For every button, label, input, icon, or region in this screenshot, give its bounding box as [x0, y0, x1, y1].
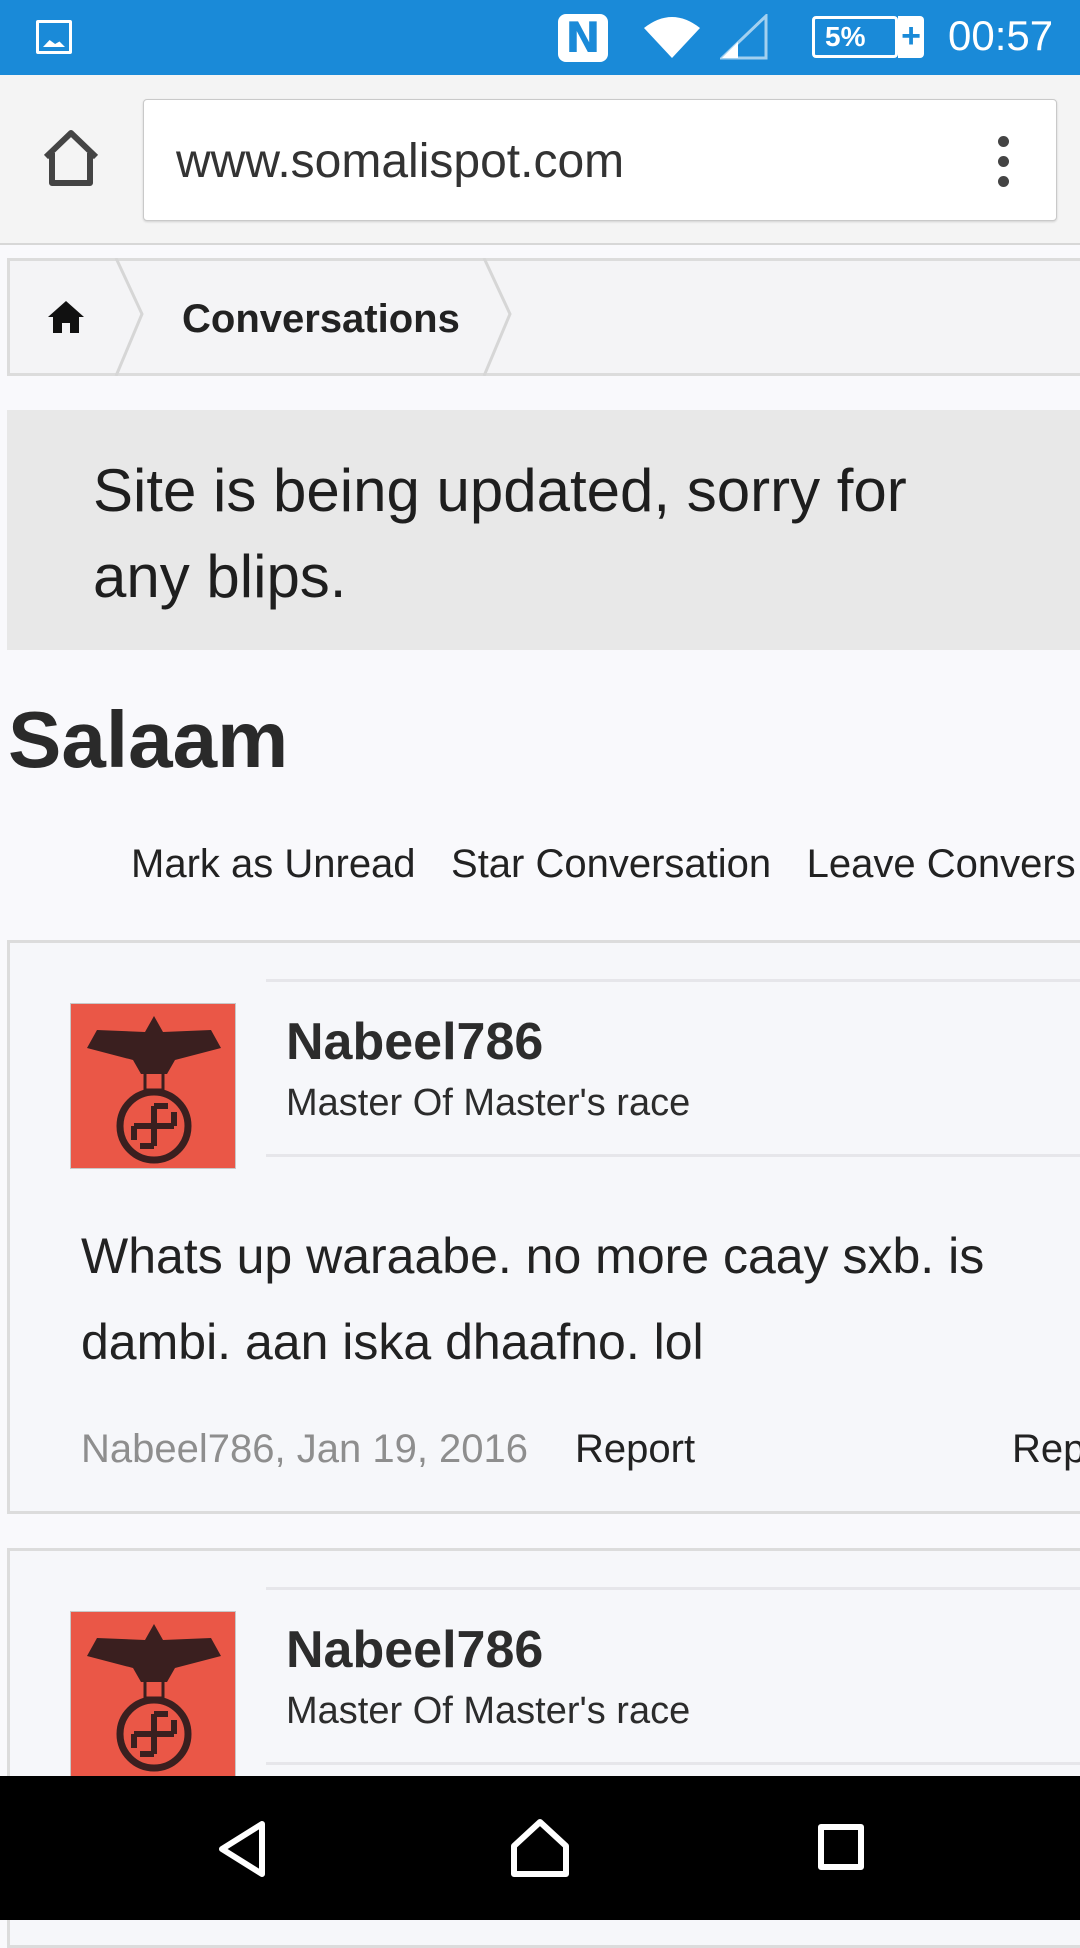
notice-text: Site is being updated, sorry for any bli… [93, 457, 907, 610]
avatar[interactable] [70, 1003, 236, 1169]
back-icon[interactable] [212, 1818, 272, 1880]
breadcrumb-separator [482, 258, 512, 376]
user-title: Master Of Master's race [286, 1690, 691, 1732]
avatar[interactable] [70, 1611, 236, 1777]
message-user-info: Nabeel786 Master Of Master's race [266, 1587, 1080, 1765]
signal-icon [720, 14, 768, 60]
home-icon[interactable] [40, 127, 102, 189]
browser-toolbar: www.somalispot.com [0, 75, 1080, 245]
leave-conversation-link[interactable]: Leave Convers [807, 842, 1076, 886]
charging-icon: + [898, 16, 924, 58]
navigation-bar [0, 1776, 1080, 1920]
site-notice: Site is being updated, sorry for any bli… [7, 410, 1080, 650]
message-author-date[interactable]: Nabeel786, Jan 19, 2016 [81, 1427, 528, 1471]
mark-unread-link[interactable]: Mark as Unread [131, 842, 416, 886]
username[interactable]: Nabeel786 [286, 1012, 543, 1072]
recents-icon[interactable] [818, 1824, 864, 1870]
username[interactable]: Nabeel786 [286, 1620, 543, 1680]
url-bar[interactable]: www.somalispot.com [143, 99, 1057, 221]
avatar-emblem-icon [87, 1624, 221, 1772]
conversation-actions: Mark as Unread Star Conversation Leave C… [131, 842, 1080, 887]
avatar-emblem-icon [87, 1016, 221, 1164]
message-body: Whats up waraabe. no more caay sxb. is d… [81, 1228, 985, 1370]
report-link[interactable]: Report [575, 1427, 695, 1472]
home-icon[interactable] [46, 297, 86, 337]
message: Nabeel786 Master Of Master's race Whats … [7, 940, 1080, 1514]
status-time: 00:57 [948, 12, 1054, 59]
status-bar: N 5% + 00:57 [0, 0, 1080, 75]
wifi-icon [644, 17, 700, 58]
breadcrumb-separator [114, 258, 144, 376]
page-title: Salaam [8, 695, 289, 784]
nfc-icon: N [558, 14, 608, 62]
breadcrumb: Conversations [7, 258, 1080, 376]
battery-icon: 5% [812, 16, 898, 58]
breadcrumb-item-conversations[interactable]: Conversations [182, 297, 460, 342]
gallery-icon [36, 20, 72, 54]
home-icon[interactable] [508, 1816, 572, 1880]
message-meta: Nabeel786, Jan 19, 2016 Report Repl [81, 1427, 1080, 1472]
menu-kebab-icon[interactable] [998, 136, 1010, 188]
url-text[interactable]: www.somalispot.com [176, 134, 624, 189]
star-conversation-link[interactable]: Star Conversation [451, 842, 771, 886]
user-title: Master Of Master's race [286, 1082, 691, 1124]
battery-percent: 5% [825, 21, 866, 52]
message-user-info: Nabeel786 Master Of Master's race [266, 979, 1080, 1157]
reply-link[interactable]: Repl [1012, 1427, 1080, 1472]
